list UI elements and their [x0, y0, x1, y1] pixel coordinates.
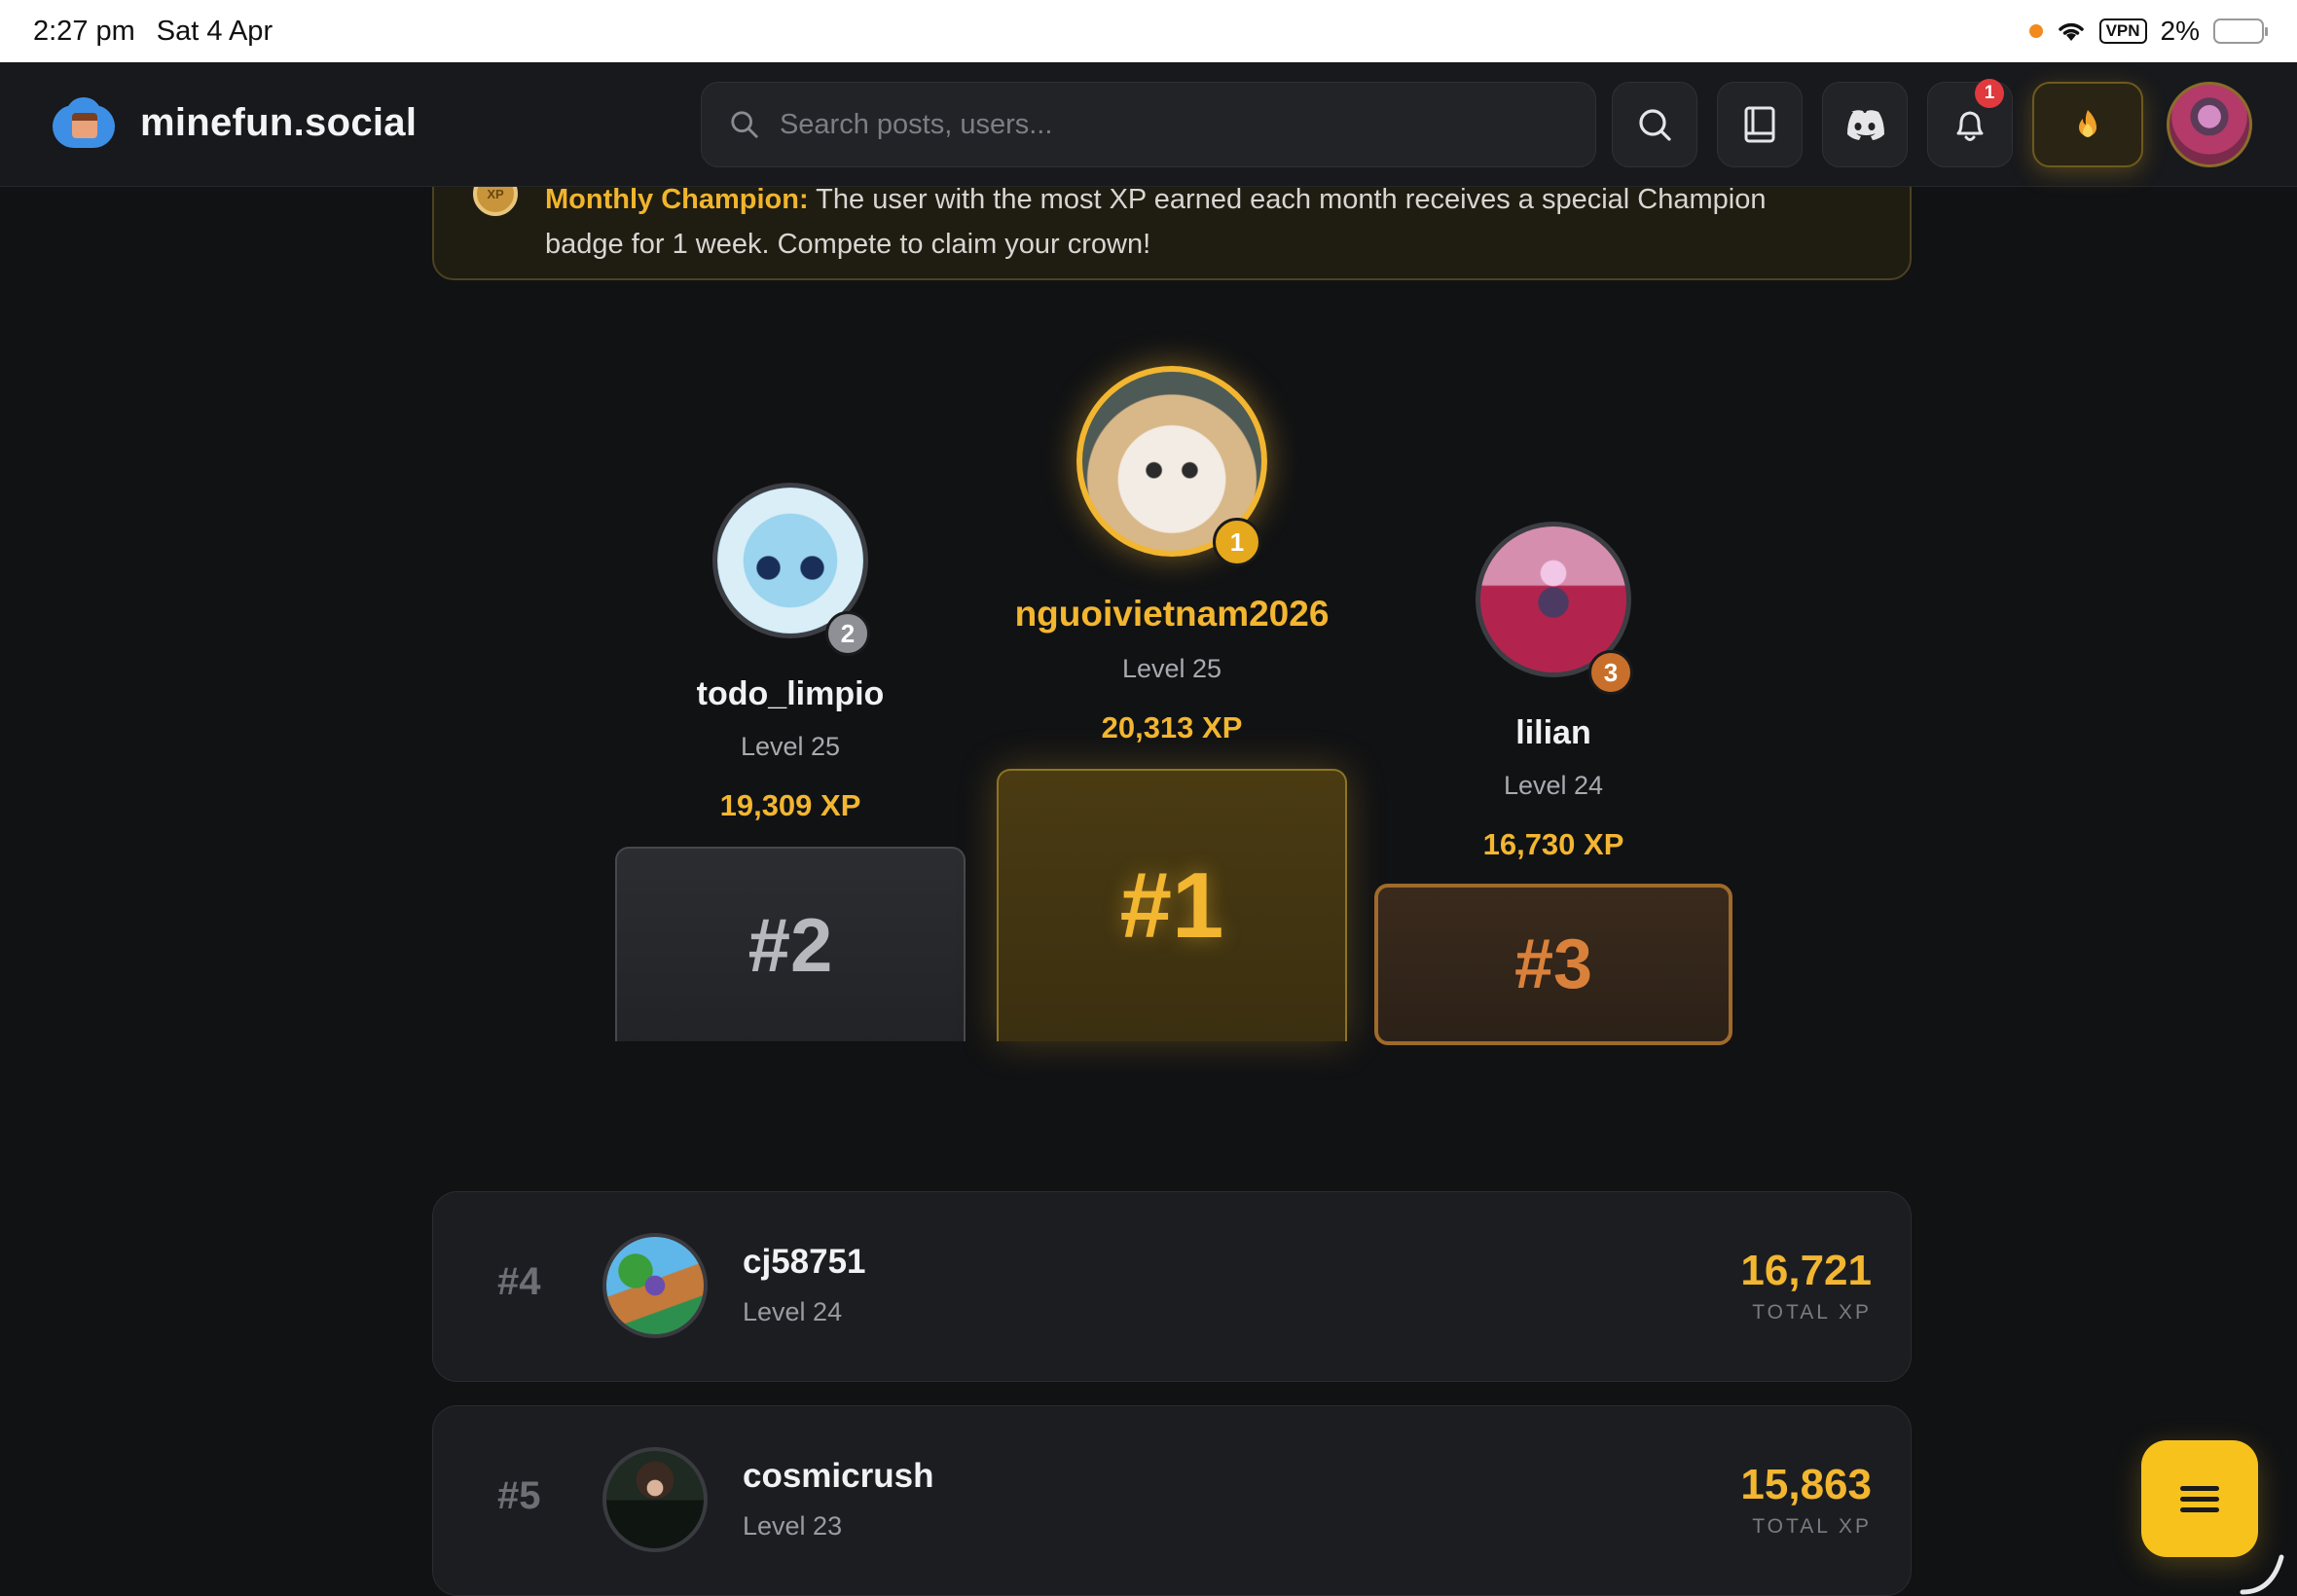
podium-block-third: #3: [1374, 884, 1732, 1045]
mic-indicator-icon: [2028, 24, 2043, 38]
banner-text: Monthly Champion: The user with the most…: [545, 177, 1851, 267]
scroll-indicator-icon: [2240, 1554, 2284, 1595]
search-bar[interactable]: [701, 82, 1596, 167]
leaderboard-row[interactable]: #4 cj58751 Level 24 16,721 TOTAL XP: [432, 1191, 1912, 1382]
brand-name: minefun.social: [140, 100, 418, 144]
notification-count-badge: 1: [1975, 79, 2004, 108]
username[interactable]: todo_limpio: [613, 675, 967, 713]
avatar[interactable]: [602, 1233, 708, 1338]
user-xp: 20,313 XP: [1101, 710, 1243, 744]
search-icon: [731, 111, 758, 138]
search-button[interactable]: [1612, 82, 1697, 167]
rank-medal-gold: 1: [1213, 518, 1261, 566]
status-date: Sat 4 Apr: [156, 15, 273, 47]
discord-button[interactable]: [1822, 82, 1908, 167]
username[interactable]: nguoivietnam2026: [993, 594, 1351, 635]
wifi-icon: [2058, 22, 2084, 41]
user-level: Level 23: [743, 1511, 843, 1541]
user-level: Level 24: [1503, 771, 1604, 800]
user-level: Level 25: [1121, 654, 1222, 683]
search-icon: [1639, 109, 1671, 141]
rank-medal-silver: 2: [825, 611, 870, 656]
rank-medal-bronze: 3: [1588, 650, 1633, 695]
flame-icon: [2079, 110, 2096, 137]
profile-avatar[interactable]: [2167, 82, 2252, 167]
user-xp: 16,730 XP: [1482, 827, 1624, 861]
total-xp-value: 16,721: [1740, 1247, 1872, 1294]
vpn-badge: VPN: [2098, 18, 2147, 44]
status-indicators: VPN 2%: [2028, 16, 2268, 47]
user-xp: 19,309 XP: [719, 788, 861, 822]
brand-logo-icon: [53, 97, 115, 148]
leaderboard-row[interactable]: #5 cosmicrush Level 23 15,863 TOTAL XP: [432, 1405, 1912, 1596]
discord-icon: [1847, 110, 1884, 140]
podium-block-second: #2: [615, 847, 966, 1041]
status-bar: 2:27 pm Sat 4 Apr VPN 2%: [0, 0, 2297, 62]
brand-link[interactable]: minefun.social: [53, 97, 417, 148]
top-navbar: minefun.social 1: [0, 62, 2297, 187]
notifications-button[interactable]: 1: [1927, 79, 2013, 167]
total-xp-label: TOTAL XP: [1752, 1301, 1872, 1324]
user-level: Level 25: [740, 732, 841, 761]
username[interactable]: lilian: [1376, 714, 1731, 752]
user-level: Level 24: [743, 1297, 843, 1326]
podium-block-first: #1: [997, 769, 1347, 1041]
username[interactable]: cosmicrush: [743, 1457, 933, 1496]
total-xp-label: TOTAL XP: [1752, 1515, 1872, 1538]
search-input[interactable]: [779, 108, 1568, 141]
total-xp-value: 15,863: [1740, 1461, 1872, 1508]
avatar[interactable]: [602, 1447, 708, 1552]
rank-number: #4: [497, 1260, 541, 1303]
banner-highlight: Monthly Champion:: [545, 184, 809, 215]
status-time: 2:27 pm: [33, 15, 135, 47]
rank-number: #5: [497, 1474, 541, 1517]
hamburger-icon: [2180, 1480, 2219, 1518]
streak-button[interactable]: [2032, 82, 2143, 167]
status-time-group: 2:27 pm Sat 4 Apr: [33, 16, 273, 48]
book-icon: [1744, 106, 1775, 143]
guide-button[interactable]: [1717, 82, 1803, 167]
bell-icon: [1956, 111, 1984, 141]
username[interactable]: cj58751: [743, 1243, 866, 1282]
battery-percent: 2%: [2160, 16, 2200, 46]
battery-icon: [2213, 18, 2268, 44]
